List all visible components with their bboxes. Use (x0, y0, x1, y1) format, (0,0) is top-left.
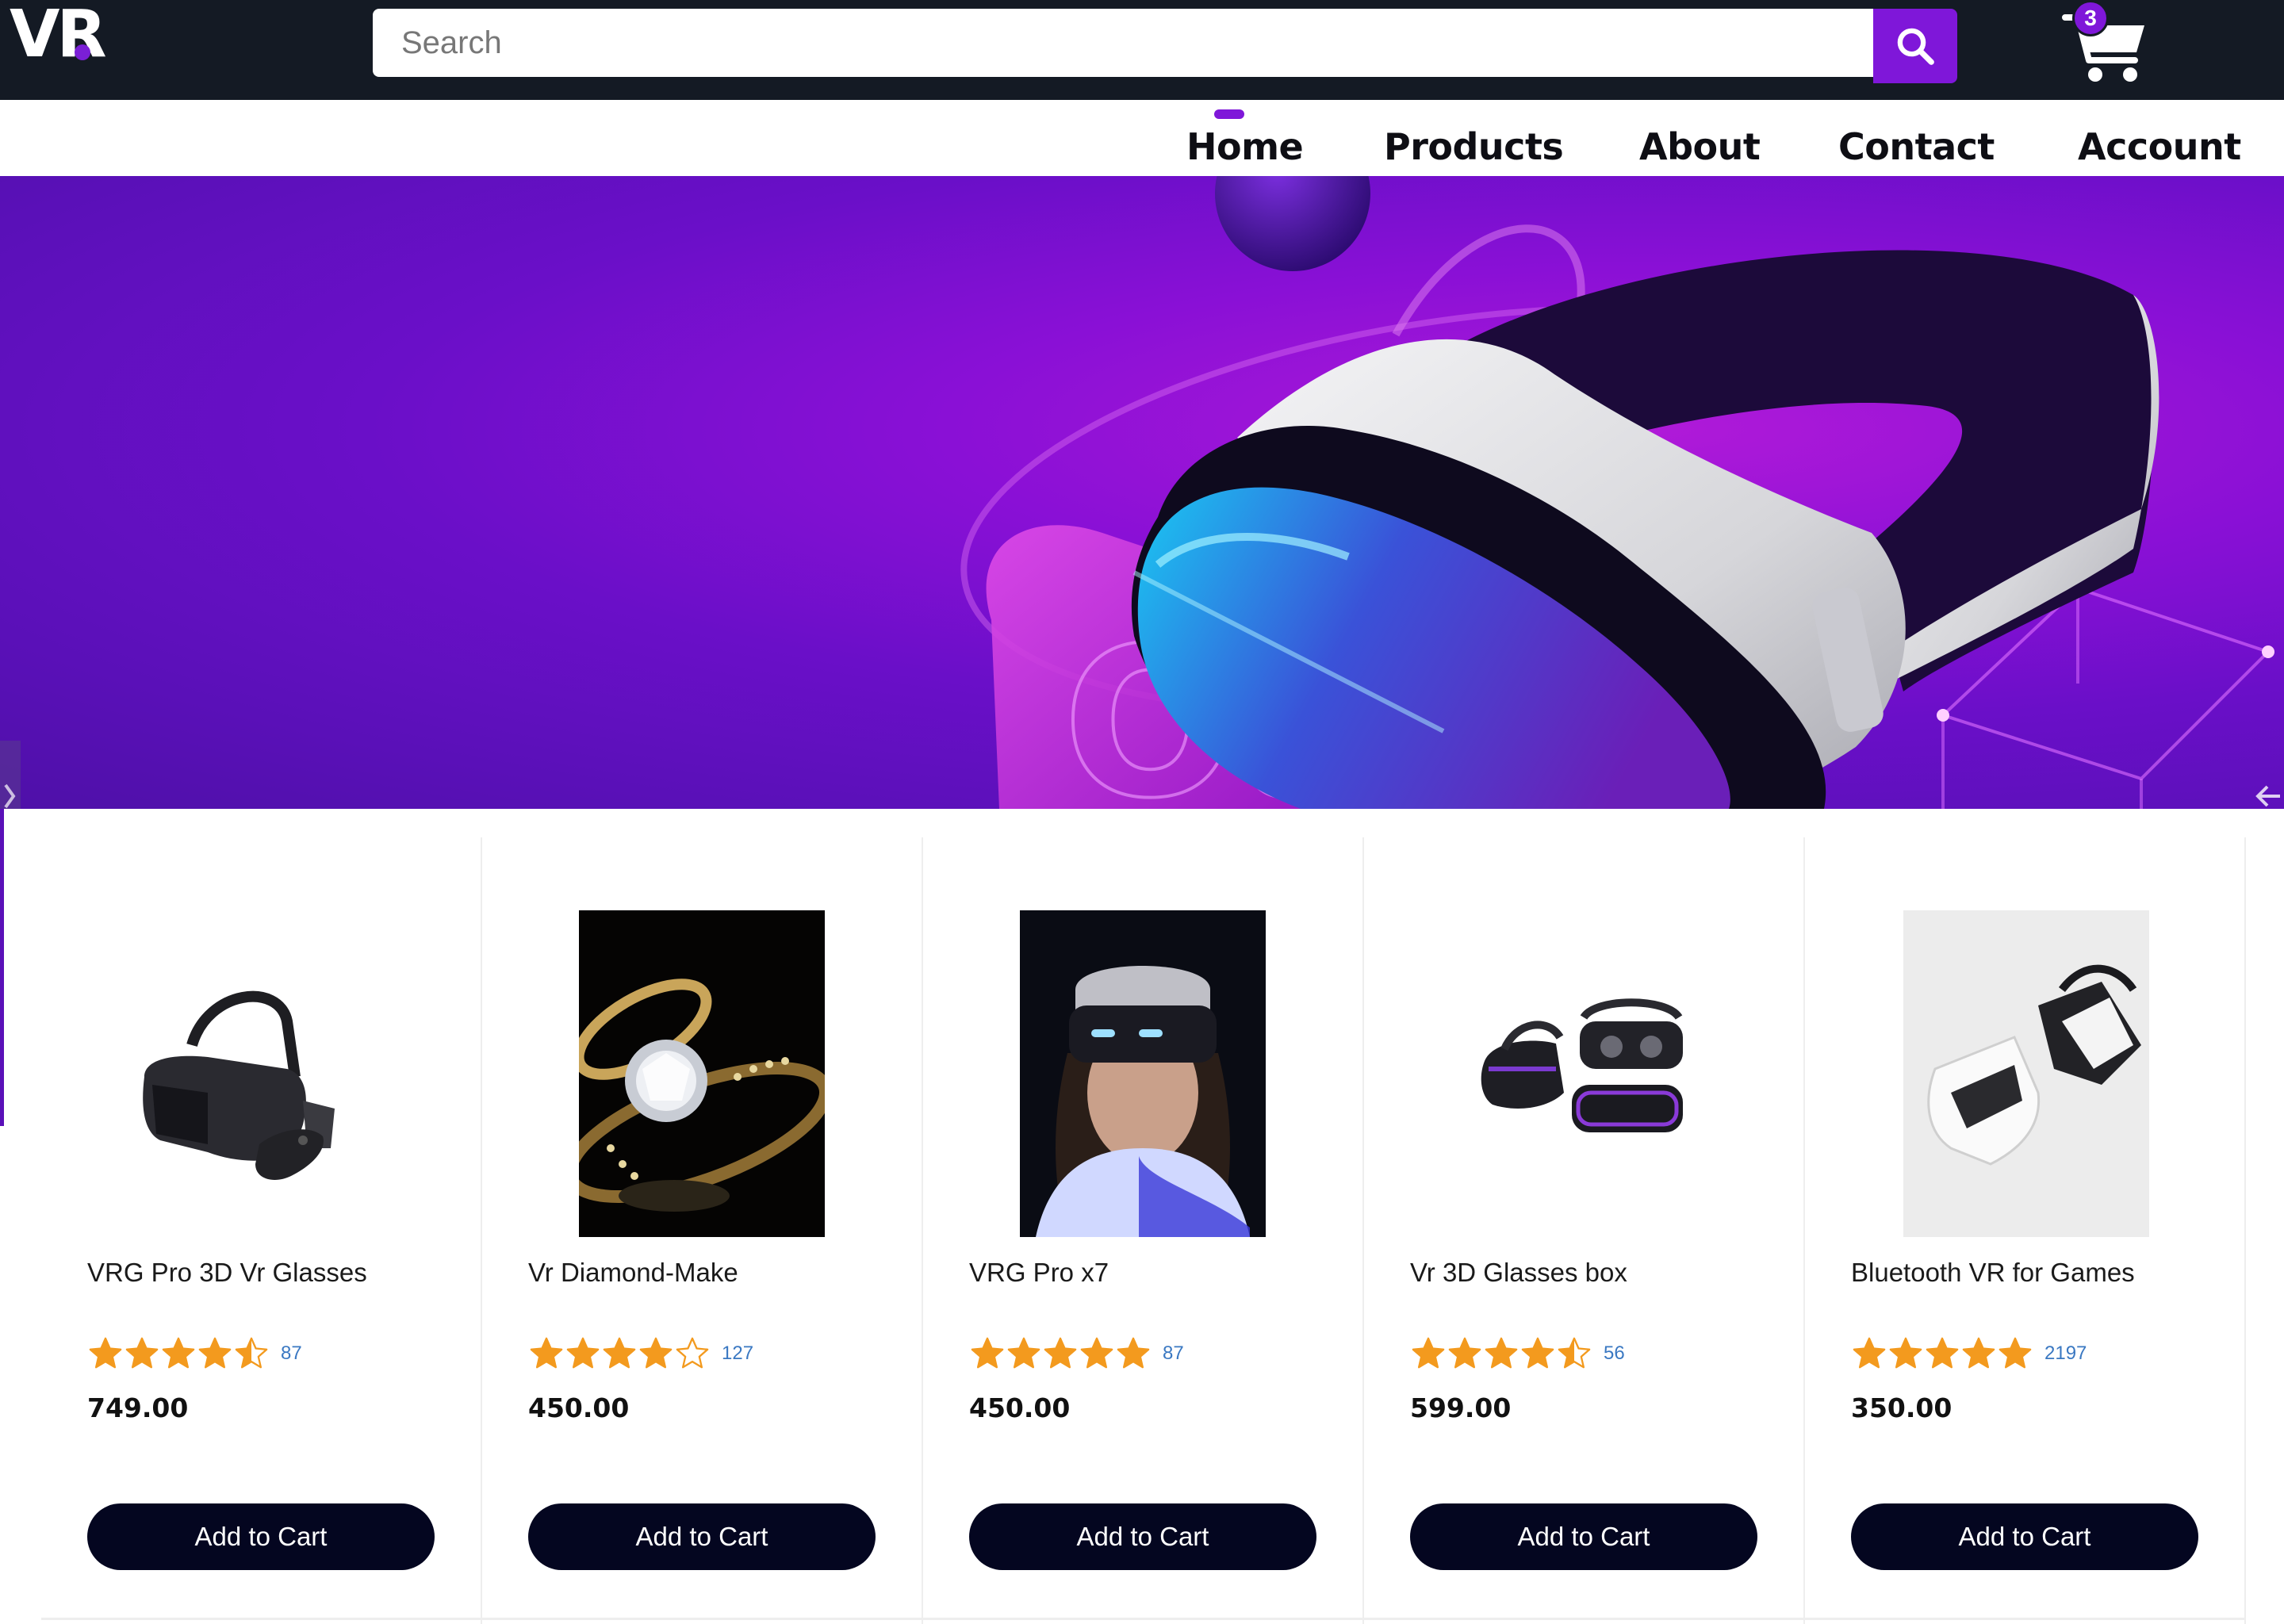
product-title[interactable]: Vr 3D Glasses box (1410, 1258, 1627, 1288)
woman-wearing-vr-image (1020, 910, 1266, 1237)
product-title[interactable]: VRG Pro 3D Vr Glasses (87, 1258, 367, 1288)
vr-glasses-box-image (1461, 910, 1707, 1237)
chevron-left-icon (4, 783, 16, 809)
star-full-icon (1007, 1337, 1040, 1369)
vr-headset-black-image (121, 910, 366, 1237)
active-nav-indicator (1214, 109, 1244, 119)
star-full-icon (1448, 1337, 1481, 1369)
rating: 87 (87, 1335, 302, 1372)
rating: 127 (528, 1335, 753, 1372)
add-to-cart-button[interactable]: Add to Cart (1851, 1503, 2198, 1570)
star-full-icon (1117, 1337, 1150, 1369)
add-to-cart-button[interactable]: Add to Cart (87, 1503, 435, 1570)
star-full-icon (1853, 1337, 1886, 1369)
search-input[interactable] (373, 9, 1876, 77)
product-image[interactable] (1461, 910, 1707, 1237)
product-card: VRG Pro 3D Vr Glasses 87 749.00 Add to C… (41, 837, 482, 1624)
product-title[interactable]: Bluetooth VR for Games (1851, 1258, 2135, 1288)
star-full-icon (1926, 1337, 1959, 1369)
grid-bottom-divider (41, 1618, 2246, 1620)
add-to-cart-button[interactable]: Add to Cart (528, 1503, 876, 1570)
star-full-icon (198, 1337, 232, 1369)
product-price: 450.00 (969, 1392, 1071, 1423)
star-half-icon (235, 1337, 268, 1369)
main-nav: Home Products About Contact Account (0, 100, 2284, 176)
star-full-icon (603, 1337, 636, 1369)
product-image[interactable] (579, 910, 825, 1237)
star-full-icon (1044, 1337, 1077, 1369)
next-slide-button[interactable] (2254, 741, 2284, 809)
nav-home[interactable]: Home (1186, 125, 1304, 168)
nav-products[interactable]: Products (1384, 125, 1564, 168)
add-to-cart-button[interactable]: Add to Cart (969, 1503, 1316, 1570)
product-price: 350.00 (1851, 1392, 1953, 1423)
left-accent-bar (0, 809, 4, 1126)
nav-account[interactable]: Account (2078, 125, 2241, 168)
product-title[interactable]: Vr Diamond-Make (528, 1258, 738, 1288)
prev-slide-button[interactable] (0, 741, 21, 809)
product-card: Vr Diamond-Make 127 450.00 Add to Cart (482, 837, 923, 1624)
top-bar: VR 3 (0, 0, 2284, 100)
star-full-icon (162, 1337, 195, 1369)
star-full-icon (1521, 1337, 1554, 1369)
add-to-cart-button[interactable]: Add to Cart (1410, 1503, 1757, 1570)
star-full-icon (1412, 1337, 1445, 1369)
star-full-icon (125, 1337, 159, 1369)
star-full-icon (530, 1337, 563, 1369)
star-full-icon (1080, 1337, 1113, 1369)
star-empty-icon (676, 1337, 709, 1369)
product-card: VRG Pro x7 87 450.00 Add to Cart (923, 837, 1364, 1624)
nav-about[interactable]: About (1639, 125, 1761, 168)
rating: 2197 (1851, 1335, 2087, 1372)
hero-banner: Oas (0, 176, 2284, 809)
review-count[interactable]: 2197 (2044, 1342, 2087, 1365)
rating: 87 (969, 1335, 1184, 1372)
star-full-icon (566, 1337, 600, 1369)
nav-contact[interactable]: Contact (1838, 125, 1995, 168)
star-full-icon (639, 1337, 673, 1369)
product-card: Vr 3D Glasses box 56 599.00 Add to Cart (1364, 837, 1805, 1624)
product-image[interactable] (1020, 910, 1266, 1237)
product-title[interactable]: VRG Pro x7 (969, 1258, 1109, 1288)
product-price: 450.00 (528, 1392, 630, 1423)
rating: 56 (1410, 1335, 1625, 1372)
arrow-left-icon (2255, 785, 2280, 807)
star-half-icon (1558, 1337, 1591, 1369)
cart-count-badge: 3 (2072, 0, 2109, 36)
review-count[interactable]: 87 (1163, 1342, 1184, 1365)
search-icon (1897, 28, 1934, 65)
star-full-icon (1889, 1337, 1922, 1369)
product-image[interactable] (121, 910, 366, 1237)
logo-text: VR (10, 0, 107, 72)
logo[interactable]: VR (10, 2, 107, 67)
review-count[interactable]: 127 (722, 1342, 753, 1365)
decorative-sphere (1215, 176, 1370, 271)
diamond-ring-image (579, 910, 825, 1237)
star-full-icon (1998, 1337, 2032, 1369)
bluetooth-vr-image (1903, 910, 2149, 1237)
logo-dot (75, 44, 90, 60)
review-count[interactable]: 87 (281, 1342, 302, 1365)
star-full-icon (1962, 1337, 1995, 1369)
product-price: 599.00 (1410, 1392, 1512, 1423)
star-full-icon (1485, 1337, 1518, 1369)
product-card: Bluetooth VR for Games 2197 350.00 Add t… (1805, 837, 2246, 1624)
review-count[interactable]: 56 (1604, 1342, 1625, 1365)
vr-headset-illustration: Oas (960, 176, 2274, 809)
star-full-icon (89, 1337, 122, 1369)
star-full-icon (971, 1337, 1004, 1369)
product-image[interactable] (1903, 910, 2149, 1237)
search-button[interactable] (1873, 9, 1957, 83)
product-price: 749.00 (87, 1392, 189, 1423)
